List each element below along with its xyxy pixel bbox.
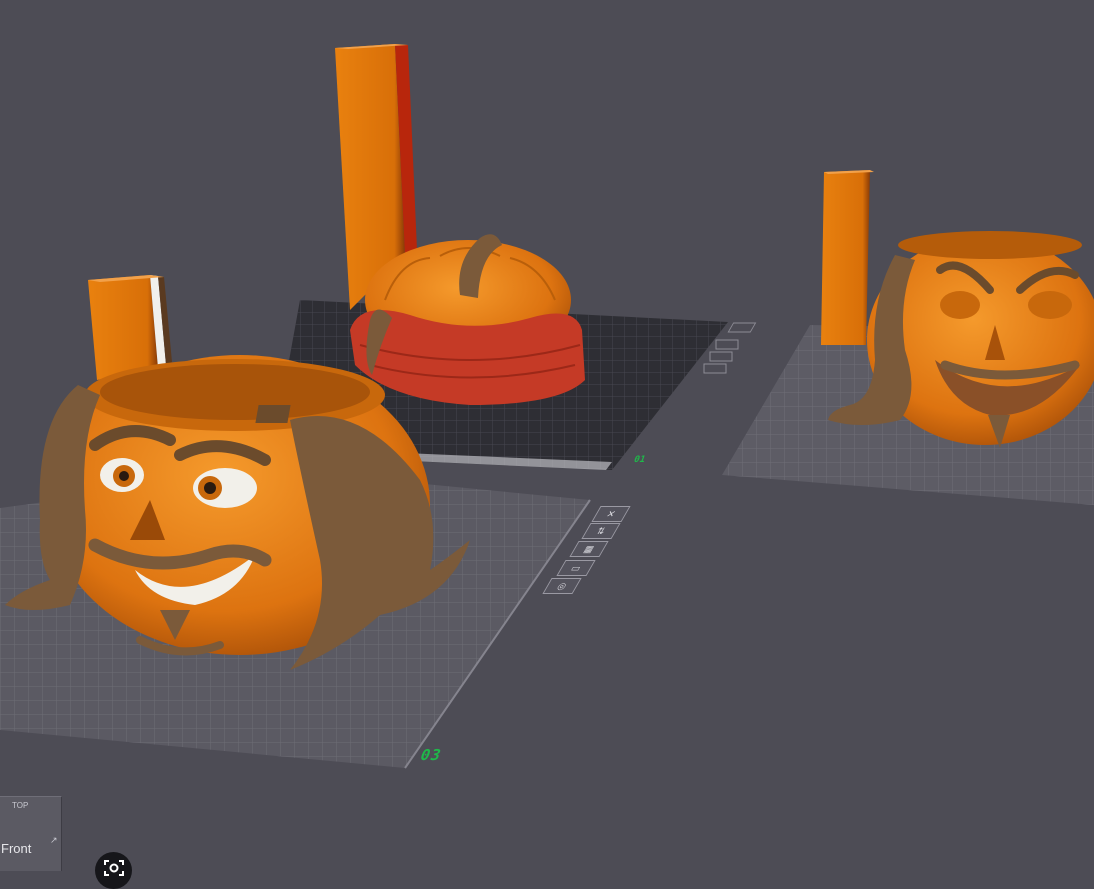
camera-fit-icon	[103, 860, 124, 876]
view-cube-top-label[interactable]: TOP	[12, 801, 28, 810]
3d-viewport[interactable]	[0, 0, 1094, 870]
prime-tower-right[interactable]	[821, 170, 874, 345]
pumpkin-face-model-right[interactable]	[828, 231, 1094, 448]
fit-view-button[interactable]	[95, 852, 132, 889]
view-cube-front-label[interactable]: Front	[1, 841, 31, 856]
view-cube-side-icon[interactable]: ↗	[50, 835, 58, 846]
view-cube[interactable]: TOP Front ↗	[0, 796, 62, 871]
